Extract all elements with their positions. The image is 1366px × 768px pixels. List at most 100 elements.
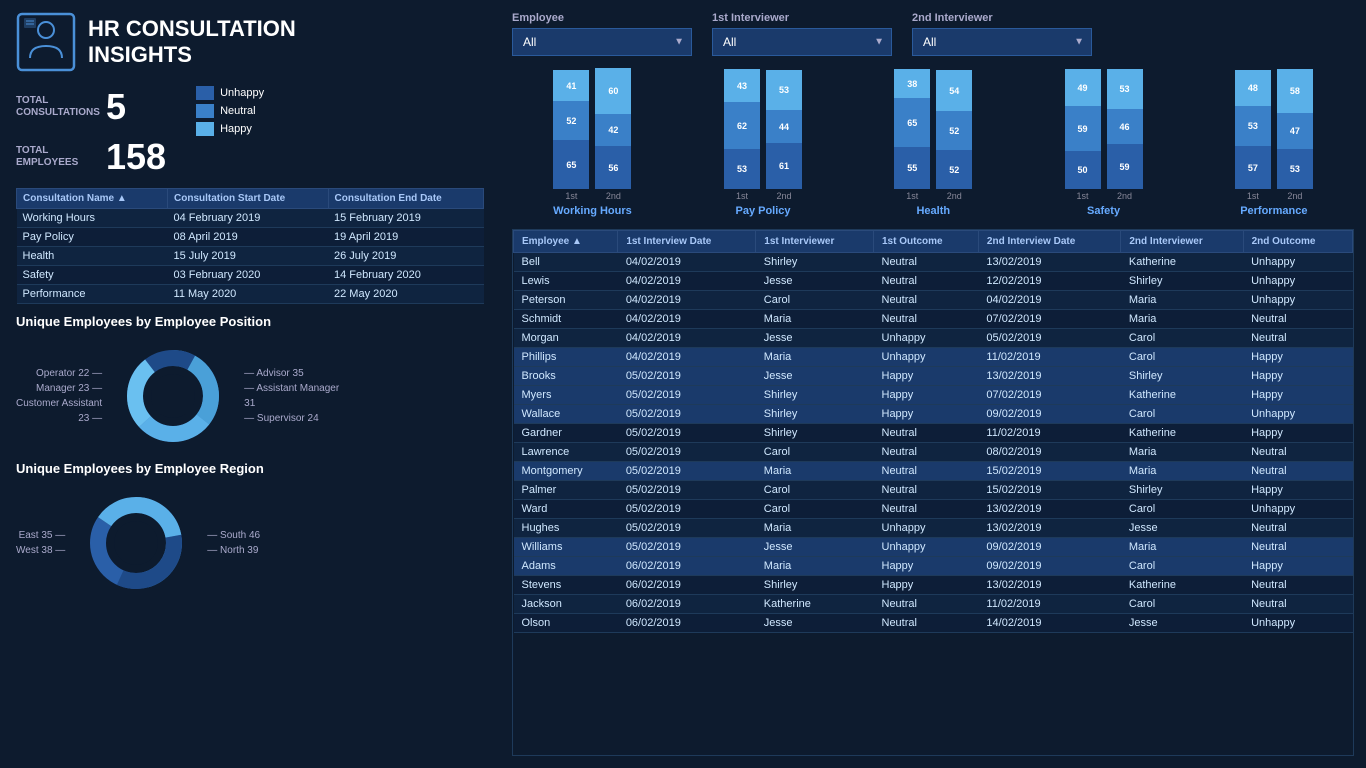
data-cell: Happy (874, 367, 979, 386)
data-cell: 11/02/2019 (978, 595, 1120, 614)
data-cell: Jesse (756, 272, 874, 291)
data-table-row[interactable]: Hughes05/02/2019MariaUnhappy13/02/2019Je… (514, 519, 1353, 538)
data-cell: Neutral (1243, 538, 1352, 557)
employee-select[interactable]: All (512, 28, 692, 56)
data-cell: Katherine (1121, 576, 1243, 595)
data-table-header-0[interactable]: Employee ▲ (514, 231, 618, 253)
data-cell: 05/02/2019 (618, 367, 756, 386)
data-table-row[interactable]: Morgan04/02/2019JesseUnhappy05/02/2019Ca… (514, 329, 1353, 348)
data-cell: 12/02/2019 (978, 272, 1120, 291)
legend-unhappy-label: Unhappy (220, 87, 264, 99)
bar-stack: 594653 (1107, 69, 1143, 189)
bar-segment: 46 (1107, 109, 1143, 144)
data-cell: Jesse (756, 329, 874, 348)
data-table-row[interactable]: Bell04/02/2019ShirleyNeutral13/02/2019Ka… (514, 253, 1353, 272)
data-table-row[interactable]: Gardner05/02/2019ShirleyNeutral11/02/201… (514, 424, 1353, 443)
interviewer1-select[interactable]: All (712, 28, 892, 56)
data-table-row[interactable]: Jackson06/02/2019KatherineNeutral11/02/2… (514, 595, 1353, 614)
data-table-header-4[interactable]: 2nd Interview Date (978, 231, 1120, 253)
bar-col-label: 2nd (947, 191, 962, 201)
data-cell: Schmidt (514, 310, 618, 329)
data-cell: Unhappy (874, 348, 979, 367)
legend-happy-box (196, 122, 214, 136)
data-cell: 13/02/2019 (978, 519, 1120, 538)
legend-unhappy: Unhappy (196, 86, 264, 100)
bar-segment: 53 (1235, 106, 1271, 146)
data-cell: Katherine (1121, 424, 1243, 443)
bar-chart-performance: 5753481st5347582ndPerformance (1235, 69, 1313, 217)
data-cell: 06/02/2019 (618, 595, 756, 614)
data-table-header-2[interactable]: 1st Interviewer (756, 231, 874, 253)
bar-col: 5565381st (894, 69, 930, 201)
bar-stack: 655241 (553, 70, 589, 189)
consult-cell: 15 July 2019 (168, 247, 329, 266)
data-cell: 06/02/2019 (618, 576, 756, 595)
data-table-row[interactable]: Lawrence05/02/2019CarolNeutral08/02/2019… (514, 443, 1353, 462)
data-cell: Maria (1121, 538, 1243, 557)
data-cell: Jesse (1121, 614, 1243, 633)
bars-pair: 5753481st5347582nd (1235, 69, 1313, 201)
employee-select-wrapper[interactable]: All (512, 28, 692, 56)
data-cell: Peterson (514, 291, 618, 310)
data-cell: 09/02/2019 (978, 405, 1120, 424)
data-cell: 15/02/2019 (978, 462, 1120, 481)
bars-pair: 5362431st6144532nd (724, 69, 802, 201)
consult-row: Working Hours04 February 201915 February… (17, 209, 484, 228)
interviewer2-select[interactable]: All (912, 28, 1092, 56)
consultations-table: Consultation Name ▲ Consultation Start D… (16, 188, 484, 304)
data-cell: Gardner (514, 424, 618, 443)
data-table-row[interactable]: Brooks05/02/2019JesseHappy13/02/2019Shir… (514, 367, 1353, 386)
data-cell: Shirley (756, 424, 874, 443)
bar-segment: 50 (1065, 151, 1101, 189)
bars-pair: 6552411st5642602nd (553, 68, 631, 201)
bar-stack: 534758 (1277, 69, 1313, 189)
data-table-row[interactable]: Ward05/02/2019CarolNeutral13/02/2019Caro… (514, 500, 1353, 519)
data-table-row[interactable]: Montgomery05/02/2019MariaNeutral15/02/20… (514, 462, 1353, 481)
region-chart-section: Unique Employees by Employee Region East… (16, 461, 484, 598)
data-table-wrapper[interactable]: Employee ▲1st Interview Date1st Intervie… (512, 229, 1354, 756)
data-cell: Neutral (1243, 462, 1352, 481)
bar-segment: 57 (1235, 146, 1271, 189)
data-cell: Maria (756, 462, 874, 481)
data-table-header-3[interactable]: 1st Outcome (874, 231, 979, 253)
bar-segment: 53 (1277, 149, 1313, 189)
data-cell: Unhappy (874, 538, 979, 557)
consult-cell: Performance (17, 285, 168, 304)
data-table-row[interactable]: Williams05/02/2019JesseUnhappy09/02/2019… (514, 538, 1353, 557)
data-table-row[interactable]: Stevens06/02/2019ShirleyHappy13/02/2019K… (514, 576, 1353, 595)
data-table-row[interactable]: Olson06/02/2019JesseNeutral14/02/2019Jes… (514, 614, 1353, 633)
data-table-row[interactable]: Myers05/02/2019ShirleyHappy07/02/2019Kat… (514, 386, 1353, 405)
data-table-header-6[interactable]: 2nd Outcome (1243, 231, 1352, 253)
data-cell: Neutral (1243, 443, 1352, 462)
data-table-header-1[interactable]: 1st Interview Date (618, 231, 756, 253)
consult-cell: 03 February 2020 (168, 266, 329, 285)
header: HR CONSULTATION INSIGHTS (16, 12, 484, 72)
col-name: Consultation Name ▲ (17, 189, 168, 209)
data-table-row[interactable]: Adams06/02/2019MariaHappy09/02/2019Carol… (514, 557, 1353, 576)
data-cell: Myers (514, 386, 618, 405)
data-cell: Unhappy (1243, 253, 1352, 272)
data-cell: Carol (1121, 500, 1243, 519)
total-consultations-value: 5 (106, 86, 126, 128)
data-cell: 13/02/2019 (978, 500, 1120, 519)
data-table-row[interactable]: Palmer05/02/2019CarolNeutral15/02/2019Sh… (514, 481, 1353, 500)
data-cell: Shirley (756, 405, 874, 424)
interviewer2-filter-label: 2nd Interviewer (912, 12, 1092, 24)
bar-segment: 42 (595, 114, 631, 146)
consult-cell: 04 February 2019 (168, 209, 329, 228)
data-cell: 05/02/2019 (618, 443, 756, 462)
data-table-row[interactable]: Schmidt04/02/2019MariaNeutral07/02/2019M… (514, 310, 1353, 329)
data-table-row[interactable]: Lewis04/02/2019JesseNeutral12/02/2019Shi… (514, 272, 1353, 291)
interviewer1-select-wrapper[interactable]: All (712, 28, 892, 56)
data-cell: Happy (1243, 367, 1352, 386)
bar-chart-title: Pay Policy (736, 205, 791, 217)
data-table-header-5[interactable]: 2nd Interviewer (1121, 231, 1243, 253)
interviewer2-select-wrapper[interactable]: All (912, 28, 1092, 56)
data-table-row[interactable]: Wallace05/02/2019ShirleyHappy09/02/2019C… (514, 405, 1353, 424)
data-cell: Neutral (874, 462, 979, 481)
data-table-row[interactable]: Peterson04/02/2019CarolNeutral04/02/2019… (514, 291, 1353, 310)
data-table-row[interactable]: Phillips04/02/2019MariaUnhappy11/02/2019… (514, 348, 1353, 367)
data-cell: Wallace (514, 405, 618, 424)
data-cell: Maria (1121, 443, 1243, 462)
bar-segment: 59 (1107, 144, 1143, 189)
